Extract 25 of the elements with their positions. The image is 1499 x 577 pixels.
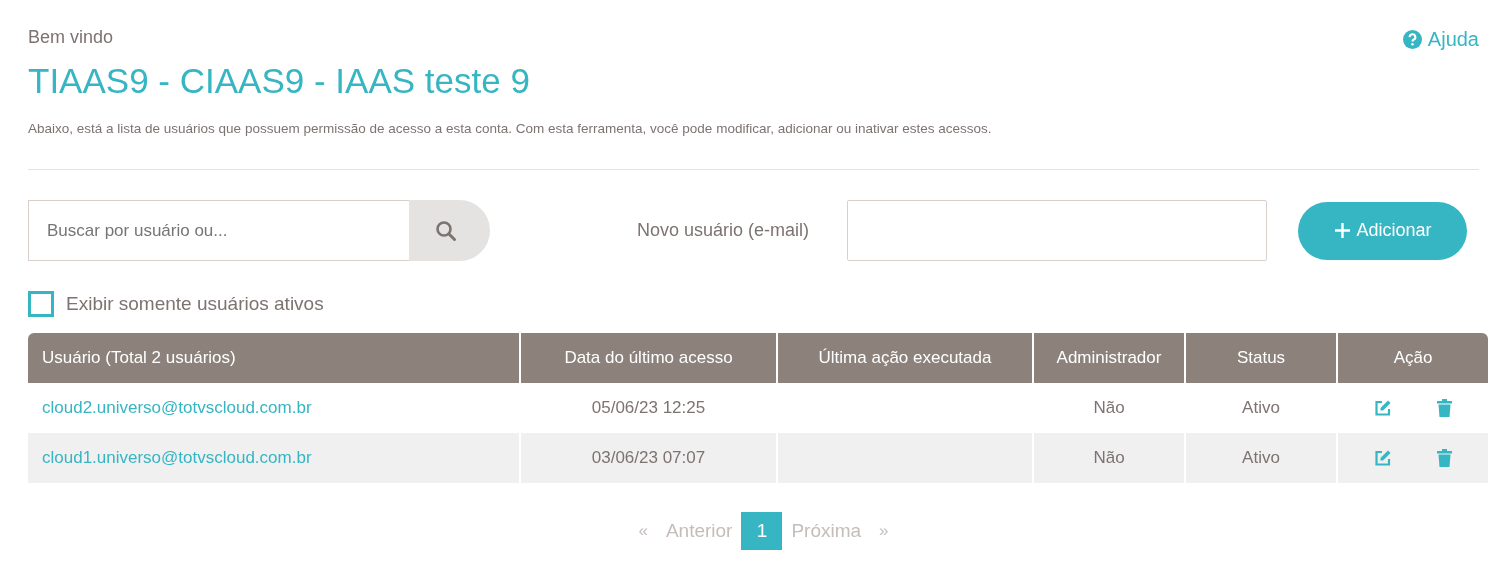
greeting-text: Bem vindo [28, 27, 114, 48]
table-cell: Ativo [1185, 433, 1337, 483]
column-header: Status [1185, 333, 1337, 383]
search-button[interactable] [409, 200, 490, 261]
column-header: Última ação executada [777, 333, 1033, 383]
column-header: Administrador [1033, 333, 1185, 383]
help-icon[interactable] [1402, 30, 1422, 49]
add-button[interactable]: Adicionar [1298, 201, 1468, 260]
column-header: Ação [1337, 333, 1488, 383]
description-text: Abaixo, está a lista de usuários que possuem permissão de acesso a esta conta. Com esta ferramenta, você pode modificar, adicionar ou inativar estes acessos. [28, 121, 993, 136]
search-field[interactable]: Buscar por usuário ou... [28, 200, 410, 261]
help-link[interactable]: Ajuda [1402, 28, 1479, 51]
checkbox[interactable] [28, 291, 54, 317]
table-cell: Não [1033, 433, 1185, 483]
checkbox-label: Exibir somente usuários ativos [66, 293, 324, 315]
user-email-link[interactable]: cloud2.universo@totvscloud.com.br [42, 398, 312, 417]
page-number[interactable]: 1 [741, 512, 783, 550]
search-icon[interactable] [434, 219, 457, 242]
column-header: Usuário (Total 2 usuários) [28, 333, 520, 383]
table-cell: 03/06/23 07:07 [520, 433, 777, 483]
column-header: Data do último acesso [520, 333, 777, 383]
field-label: Novo usuário (e-mail) [637, 220, 810, 241]
page-title: TIAAS9 - CIAAS9 - IAAS teste 9 [28, 60, 531, 102]
email-field[interactable] [847, 200, 1268, 261]
plus-icon[interactable] [1333, 222, 1351, 239]
